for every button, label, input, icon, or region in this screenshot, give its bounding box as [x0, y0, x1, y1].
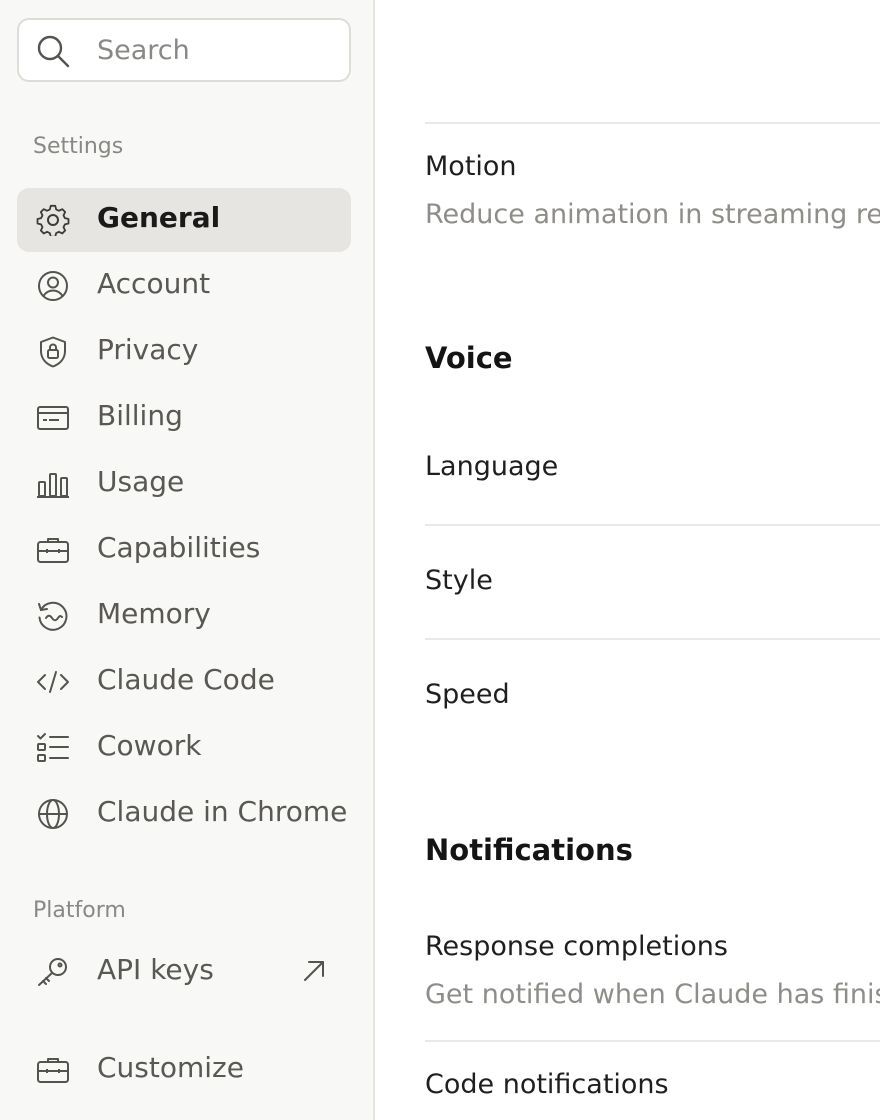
voice-section-heading: Voice	[425, 341, 513, 375]
sidebar-item-label: Customize	[97, 1051, 244, 1084]
sidebar-item-api-keys[interactable]: API keys	[17, 940, 351, 1004]
sidebar-item-label: Memory	[97, 597, 211, 630]
settings-section-label: Settings	[33, 134, 124, 159]
globe-icon	[35, 798, 71, 830]
divider	[425, 524, 880, 526]
sidebar-item-label: Cowork	[97, 729, 202, 762]
settings-window: Settings General Account	[0, 0, 880, 1120]
search-box[interactable]	[17, 18, 351, 82]
search-input[interactable]	[97, 32, 337, 68]
code-icon	[35, 666, 71, 698]
sidebar-item-customize[interactable]: Customize	[17, 1038, 351, 1102]
divider	[425, 638, 880, 640]
sidebar-item-label: Billing	[97, 399, 183, 432]
key-icon	[35, 956, 71, 988]
sidebar-item-claude-in-chrome[interactable]: Claude in Chrome	[17, 782, 351, 846]
notifications-section-heading: Notifications	[425, 833, 633, 867]
platform-section-label: Platform	[33, 898, 126, 923]
sidebar-item-privacy[interactable]: Privacy	[17, 320, 351, 384]
settings-content: Motion Reduce animation in streaming res…	[377, 0, 880, 1120]
checklist-icon	[35, 732, 71, 764]
search-icon	[35, 33, 71, 69]
memory-icon	[35, 600, 71, 632]
voice-language-setting[interactable]: Language	[425, 451, 558, 482]
response-completions-description: Get notified when Claude has finish	[425, 979, 880, 1010]
sidebar-item-billing[interactable]: Billing	[17, 386, 351, 450]
sidebar-item-label: API keys	[97, 953, 214, 986]
bar-chart-icon	[35, 468, 71, 500]
voice-style-setting[interactable]: Style	[425, 565, 493, 596]
sidebar-item-label: Claude in Chrome	[97, 795, 348, 828]
sidebar-item-claude-code[interactable]: Claude Code	[17, 650, 351, 714]
external-link-arrow-icon	[299, 956, 329, 986]
code-notifications-title: Code notifications	[425, 1069, 669, 1100]
credit-card-icon	[35, 402, 71, 434]
motion-setting-description: Reduce animation in streaming resp	[425, 199, 880, 230]
briefcase-icon	[35, 1054, 71, 1086]
sidebar-item-usage[interactable]: Usage	[17, 452, 351, 516]
motion-setting-title: Motion	[425, 151, 517, 182]
sidebar-item-account[interactable]: Account	[17, 254, 351, 318]
gear-icon	[35, 204, 71, 236]
sidebar-item-cowork[interactable]: Cowork	[17, 716, 351, 780]
briefcase-icon	[35, 534, 71, 566]
sidebar-item-capabilities[interactable]: Capabilities	[17, 518, 351, 582]
user-circle-icon	[35, 270, 71, 302]
voice-speed-setting[interactable]: Speed	[425, 679, 510, 710]
sidebar-item-label: Privacy	[97, 333, 199, 366]
response-completions-title: Response completions	[425, 931, 728, 962]
sidebar-item-label: Usage	[97, 465, 185, 498]
sidebar: Settings General Account	[0, 0, 375, 1120]
sidebar-item-general[interactable]: General	[17, 188, 351, 252]
sidebar-item-memory[interactable]: Memory	[17, 584, 351, 648]
sidebar-item-label: General	[97, 201, 221, 234]
sidebar-item-label: Account	[97, 267, 211, 300]
divider	[425, 122, 880, 124]
shield-lock-icon	[35, 336, 71, 368]
divider	[425, 1040, 880, 1042]
sidebar-item-label: Capabilities	[97, 531, 261, 564]
sidebar-item-label: Claude Code	[97, 663, 275, 696]
